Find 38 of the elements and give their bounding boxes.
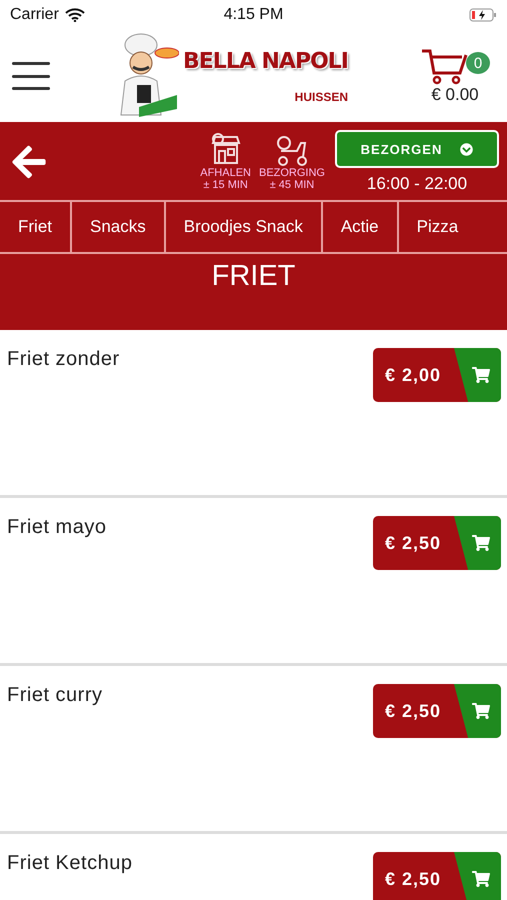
service-label: AFHALEN	[200, 167, 251, 179]
service-time: ± 45 MIN	[270, 179, 314, 191]
chevron-down-icon	[460, 142, 474, 156]
product-name: Friet mayo	[7, 516, 106, 539]
service-label: BEZORGING	[258, 167, 325, 179]
add-to-cart-button[interactable]: € 2,50	[373, 852, 501, 900]
product-name: Friet Ketchup	[7, 852, 132, 875]
category-tab[interactable]: Snacks	[72, 202, 166, 252]
category-tab[interactable]: Actie	[322, 202, 399, 252]
product-name: Friet zonder	[7, 348, 120, 371]
add-to-cart-button[interactable]: € 2,00	[373, 348, 501, 402]
scooter-icon	[274, 133, 309, 167]
category-tab[interactable]: Broodjes Snack	[166, 202, 323, 252]
category-tab[interactable]: Friet	[0, 202, 72, 252]
carrier-name: Carrier	[10, 6, 59, 24]
wifi-icon	[64, 8, 85, 22]
add-to-cart-button[interactable]: € 2,50	[373, 684, 501, 738]
cart-icon	[472, 870, 490, 888]
cart-icon[interactable]	[420, 47, 468, 85]
category-tab[interactable]: Pizza	[398, 202, 464, 252]
service-time: ± 15 MIN	[203, 179, 248, 191]
battery-icon	[469, 8, 497, 22]
location-label: HUISSEN	[294, 90, 348, 104]
cart-icon	[472, 534, 490, 552]
section-title: FRIET	[212, 260, 296, 294]
add-to-cart-button[interactable]: € 2,50	[373, 516, 501, 570]
menu-button[interactable]	[12, 62, 50, 90]
cart-icon	[472, 366, 490, 384]
opening-hours: 16:00 - 22:00	[366, 174, 468, 194]
store-icon	[208, 133, 243, 167]
cart-icon	[472, 702, 490, 720]
clock-time: 4:15 PM	[224, 6, 284, 24]
delivery-mode-dropdown[interactable]: BEZORGEN	[335, 130, 499, 168]
cart-count-badge: 0	[466, 52, 490, 74]
back-button[interactable]	[10, 143, 48, 181]
cart-total: € 0.00	[431, 85, 479, 105]
product-name: Friet curry	[7, 684, 102, 707]
brand-name: BELLA NAPOLI	[183, 48, 348, 74]
